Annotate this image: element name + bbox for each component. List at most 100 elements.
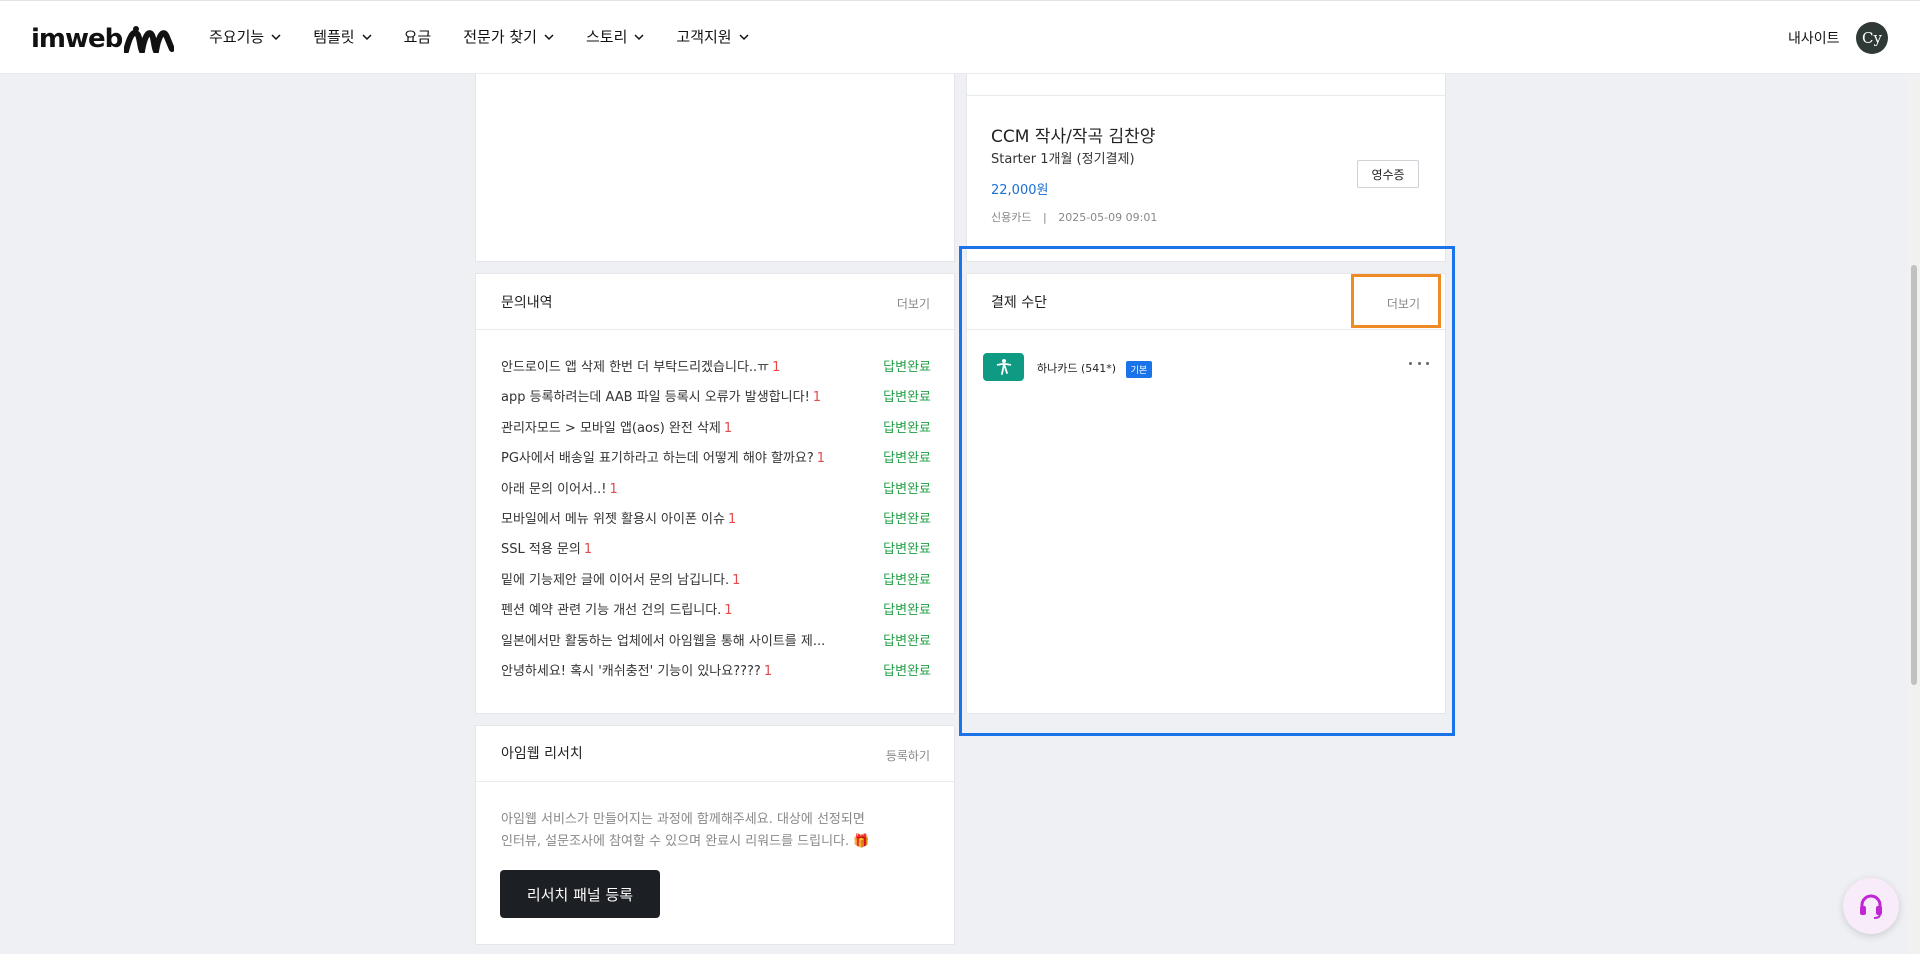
site-name: CCM 작사/작곡 김찬양 xyxy=(991,127,1156,147)
list-item[interactable]: SSL 적용 문의 1 답변완료 xyxy=(501,538,931,558)
payment-method-title: 결제 수단 xyxy=(991,295,1047,311)
inquiry-text: 모바일에서 메뉴 위젯 활용시 아이폰 이슈 xyxy=(501,512,725,527)
inquiry-text: 밑에 기능제안 글에 이어서 문의 남깁니다. xyxy=(501,572,730,588)
divider xyxy=(967,95,1445,96)
card-label-row: 하나카드 (541*) 기본 xyxy=(1037,360,1153,378)
scrollbar-thumb[interactable] xyxy=(1911,265,1917,685)
inquiry-text: 펜션 예약 관련 기능 개선 건의 드립니다. xyxy=(501,603,722,619)
inquiry-title: PG사에서 배송일 표기하라고 하는데 어떻게 해야 할까요? 1 xyxy=(501,447,825,466)
divider xyxy=(476,781,954,782)
list-item[interactable]: 안녕하세요! 혹시 '캐쉬충전' 기능이 있나요???? 1 답변완료 xyxy=(501,660,931,680)
nav-label: 고객지원 xyxy=(676,28,732,46)
my-site-link[interactable]: 내사이트 xyxy=(1788,28,1840,48)
nav-label: 주요기능 xyxy=(209,28,265,46)
inquiry-title: 밑에 기능제안 글에 이어서 문의 남깁니다. 1 xyxy=(501,569,740,588)
payment-method-more-link[interactable]: 더보기 xyxy=(1387,295,1420,312)
inquiry-title: 안녕하세요! 혹시 '캐쉬충전' 기능이 있나요???? 1 xyxy=(501,660,772,679)
list-item[interactable]: app 등록하려는데 AAB 파일 등록시 오류가 발생합니다! 1 답변완료 xyxy=(501,386,931,406)
inquiry-title: 안드로이드 앱 삭제 한번 더 부탁드리겠습니다..ㅠ 1 xyxy=(501,356,780,375)
left-top-card xyxy=(475,74,955,262)
inquiry-text: 안녕하세요! 혹시 '캐쉬충전' 기능이 있나요???? xyxy=(501,664,761,679)
reply-count: 1 xyxy=(723,420,733,436)
reply-count: 1 xyxy=(727,512,737,527)
nav-label: 템플릿 xyxy=(313,28,355,46)
status-badge: 답변완료 xyxy=(883,664,931,679)
inquiry-title: 모바일에서 메뉴 위젯 활용시 아이폰 이슈 1 xyxy=(501,508,736,527)
reply-count: 1 xyxy=(732,572,741,588)
research-panel-register-button[interactable]: 리서치 패널 등록 xyxy=(500,870,660,918)
hana-symbol-icon xyxy=(996,359,1011,375)
status-badge: 답변완료 xyxy=(883,360,931,375)
list-item[interactable]: 아래 문의 이어서..! 1 답변완료 xyxy=(501,478,931,498)
chevron-down-icon xyxy=(362,33,372,40)
inquiry-title: 펜션 예약 관련 기능 개선 건의 드립니다. 1 xyxy=(501,599,733,618)
reply-count: 1 xyxy=(812,390,822,406)
inquiries-card: 문의내역 더보기 안드로이드 앱 삭제 한번 더 부탁드리겠습니다..ㅠ 1 답변… xyxy=(475,273,955,714)
inquiry-text: 일본에서만 활동하는 업체에서 아임웹을 통해 사이트를 제... xyxy=(501,633,826,649)
payment-method-type: 신용카드 xyxy=(991,211,1032,224)
inquiry-text: 아래 문의 이어서..! xyxy=(501,481,607,497)
top-navigation-bar: imweb 주요기능 템플릿 요금 전문가 찾기 스토리 고객지원 내사이트 C… xyxy=(0,0,1920,74)
status-badge: 답변완료 xyxy=(883,603,931,619)
receipt-button[interactable]: 영수증 xyxy=(1357,160,1419,188)
inquiries-more-link[interactable]: 더보기 xyxy=(897,295,930,312)
divider xyxy=(967,329,1445,330)
status-badge: 답변완료 xyxy=(883,542,931,558)
nav-pricing[interactable]: 요금 xyxy=(404,26,432,47)
payment-method-card: 결제 수단 더보기 하나카드 (541*) 기본 xyxy=(966,273,1446,714)
list-item[interactable]: 모바일에서 메뉴 위젯 활용시 아이폰 이슈 1 답변완료 xyxy=(501,508,931,528)
inquiry-text: PG사에서 배송일 표기하라고 하는데 어떻게 해야 할까요? xyxy=(501,451,814,467)
reply-count: 1 xyxy=(609,481,618,497)
customer-support-button[interactable] xyxy=(1843,878,1899,934)
inquiry-title: 일본에서만 활동하는 업체에서 아임웹을 통해 사이트를 제... xyxy=(501,630,828,649)
status-badge: 답변완료 xyxy=(883,390,931,406)
research-register-link[interactable]: 등록하기 xyxy=(886,747,930,764)
nav-features[interactable]: 주요기능 xyxy=(209,26,281,47)
reply-count: 1 xyxy=(724,603,733,619)
reply-count: 1 xyxy=(772,360,781,375)
list-item[interactable]: PG사에서 배송일 표기하라고 하는데 어떻게 해야 할까요? 1 답변완료 xyxy=(501,447,931,467)
research-description-line-2: 인터뷰, 설문조사에 참여할 수 있으며 완료시 리워드를 드립니다. 🎁 xyxy=(501,834,870,849)
status-badge: 답변완료 xyxy=(883,451,931,467)
chevron-down-icon xyxy=(634,33,644,40)
imweb-logo[interactable]: imweb xyxy=(31,23,175,55)
nav-label: 요금 xyxy=(403,28,432,46)
default-badge: 기본 xyxy=(1125,360,1153,378)
list-item[interactable]: 일본에서만 활동하는 업체에서 아임웹을 통해 사이트를 제... 답변완료 xyxy=(501,630,931,650)
divider xyxy=(476,329,954,330)
reply-count: 1 xyxy=(763,664,773,679)
payment-date: 2025-05-09 09:01 xyxy=(1058,211,1158,224)
plan-name: Starter 1개월 (정기결제) xyxy=(991,152,1135,167)
separator: | xyxy=(1042,211,1047,224)
inquiry-title: app 등록하려는데 AAB 파일 등록시 오류가 발생합니다! 1 xyxy=(501,386,821,405)
chevron-down-icon xyxy=(739,33,749,40)
inquiry-text: app 등록하려는데 AAB 파일 등록시 오류가 발생합니다! xyxy=(501,390,810,406)
nav-support[interactable]: 고객지원 xyxy=(676,26,749,47)
payment-meta: 신용카드 | 2025-05-09 09:01 xyxy=(991,209,1157,225)
research-description-line-1: 아임웹 서비스가 만들어지는 과정에 함께해주세요. 대상에 선정되면 xyxy=(501,812,865,827)
nav-story[interactable]: 스토리 xyxy=(586,26,644,47)
card-label: 하나카드 (541*) xyxy=(1037,362,1117,375)
inquiry-list: 안드로이드 앱 삭제 한번 더 부탁드리겠습니다..ㅠ 1 답변완료 app 등록… xyxy=(501,356,931,696)
logo-text: imweb xyxy=(31,24,123,54)
list-item[interactable]: 밑에 기능제안 글에 이어서 문의 남깁니다. 1 답변완료 xyxy=(501,569,931,589)
nav-label: 전문가 찾기 xyxy=(463,28,537,46)
avatar[interactable]: Cy xyxy=(1856,22,1888,54)
chevron-down-icon xyxy=(544,33,554,40)
inquiry-title: 관리자모드 > 모바일 앱(aos) 완전 삭제 1 xyxy=(501,417,732,436)
list-item[interactable]: 펜션 예약 관련 기능 개선 건의 드립니다. 1 답변완료 xyxy=(501,599,931,619)
status-badge: 답변완료 xyxy=(883,633,931,649)
status-badge: 답변완료 xyxy=(883,420,931,436)
nav-find-experts[interactable]: 전문가 찾기 xyxy=(463,26,554,47)
list-item[interactable]: 안드로이드 앱 삭제 한번 더 부탁드리겠습니다..ㅠ 1 답변완료 xyxy=(501,356,931,376)
status-badge: 답변완료 xyxy=(883,481,931,497)
inquiry-text: 안드로이드 앱 삭제 한번 더 부탁드리겠습니다..ㅠ xyxy=(501,360,770,375)
reply-count: 1 xyxy=(816,451,826,467)
nav-templates[interactable]: 템플릿 xyxy=(313,26,372,47)
inquiry-title: SSL 적용 문의 1 xyxy=(501,538,592,557)
nav-label: 스토리 xyxy=(586,28,628,46)
more-options-icon[interactable] xyxy=(1409,362,1429,368)
list-item[interactable]: 관리자모드 > 모바일 앱(aos) 완전 삭제 1 답변완료 xyxy=(501,417,931,437)
reply-count: 1 xyxy=(583,542,593,558)
inquiry-text: SSL 적용 문의 xyxy=(501,542,581,558)
